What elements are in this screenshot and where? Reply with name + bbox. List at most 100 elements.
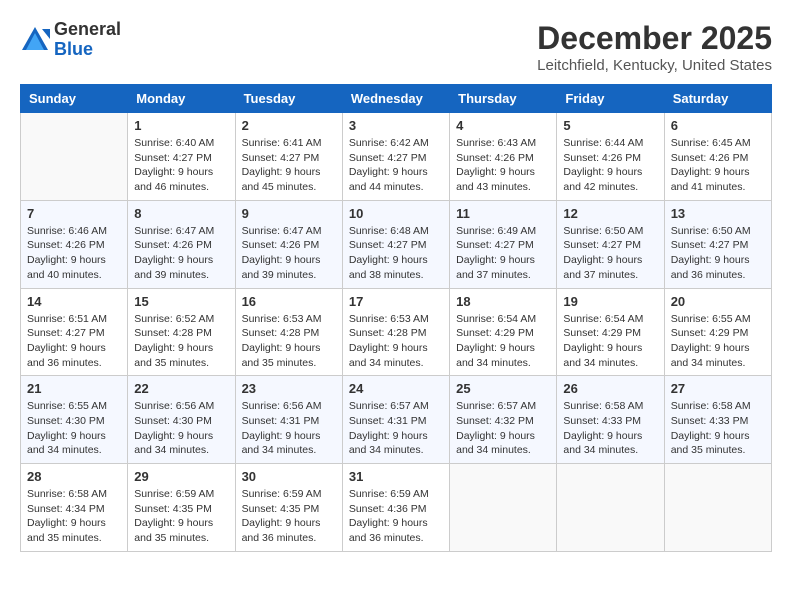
calendar-cell: 15 Sunrise: 6:52 AM Sunset: 4:28 PM Dayli… xyxy=(128,288,235,376)
day-number: 3 xyxy=(349,118,443,133)
day-number: 4 xyxy=(456,118,550,133)
calendar-cell: 19 Sunrise: 6:54 AM Sunset: 4:29 PM Dayli… xyxy=(557,288,664,376)
day-number: 18 xyxy=(456,294,550,309)
weekday-header: Sunday xyxy=(21,85,128,113)
day-info: Sunrise: 6:47 AM Sunset: 4:26 PM Dayligh… xyxy=(242,224,336,283)
day-info: Sunrise: 6:40 AM Sunset: 4:27 PM Dayligh… xyxy=(134,136,228,195)
day-number: 6 xyxy=(671,118,765,133)
calendar-cell: 11 Sunrise: 6:49 AM Sunset: 4:27 PM Dayli… xyxy=(450,200,557,288)
calendar-cell xyxy=(557,464,664,552)
calendar-cell xyxy=(450,464,557,552)
calendar-cell: 4 Sunrise: 6:43 AM Sunset: 4:26 PM Daylig… xyxy=(450,113,557,201)
day-number: 27 xyxy=(671,381,765,396)
calendar-cell xyxy=(664,464,771,552)
logo: General Blue xyxy=(20,20,121,60)
month-title: December 2025 xyxy=(537,20,772,57)
day-number: 10 xyxy=(349,206,443,221)
calendar-cell: 10 Sunrise: 6:48 AM Sunset: 4:27 PM Dayli… xyxy=(342,200,449,288)
day-info: Sunrise: 6:45 AM Sunset: 4:26 PM Dayligh… xyxy=(671,136,765,195)
day-info: Sunrise: 6:59 AM Sunset: 4:35 PM Dayligh… xyxy=(242,487,336,546)
day-number: 9 xyxy=(242,206,336,221)
weekday-header: Wednesday xyxy=(342,85,449,113)
calendar-cell: 8Sunrise: 6:47 AM Sunset: 4:26 PM Daylig… xyxy=(128,200,235,288)
day-info: Sunrise: 6:59 AM Sunset: 4:35 PM Dayligh… xyxy=(134,487,228,546)
day-info: Sunrise: 6:56 AM Sunset: 4:30 PM Dayligh… xyxy=(134,399,228,458)
day-number: 29 xyxy=(134,469,228,484)
day-number: 24 xyxy=(349,381,443,396)
weekday-header: Monday xyxy=(128,85,235,113)
day-number: 14 xyxy=(27,294,121,309)
day-info: Sunrise: 6:53 AM Sunset: 4:28 PM Dayligh… xyxy=(242,312,336,371)
day-info: Sunrise: 6:55 AM Sunset: 4:29 PM Dayligh… xyxy=(671,312,765,371)
day-number: 26 xyxy=(563,381,657,396)
day-number: 11 xyxy=(456,206,550,221)
day-number: 23 xyxy=(242,381,336,396)
day-info: Sunrise: 6:50 AM Sunset: 4:27 PM Dayligh… xyxy=(563,224,657,283)
calendar-cell: 12Sunrise: 6:50 AM Sunset: 4:27 PM Dayli… xyxy=(557,200,664,288)
day-info: Sunrise: 6:56 AM Sunset: 4:31 PM Dayligh… xyxy=(242,399,336,458)
day-number: 22 xyxy=(134,381,228,396)
day-info: Sunrise: 6:52 AM Sunset: 4:28 PM Dayligh… xyxy=(134,312,228,371)
day-info: Sunrise: 6:43 AM Sunset: 4:26 PM Dayligh… xyxy=(456,136,550,195)
calendar-week-row: 1Sunrise: 6:40 AM Sunset: 4:27 PM Daylig… xyxy=(21,113,772,201)
day-info: Sunrise: 6:41 AM Sunset: 4:27 PM Dayligh… xyxy=(242,136,336,195)
weekday-header: Tuesday xyxy=(235,85,342,113)
calendar-cell: 18Sunrise: 6:54 AM Sunset: 4:29 PM Dayli… xyxy=(450,288,557,376)
day-number: 19 xyxy=(563,294,657,309)
calendar-week-row: 28Sunrise: 6:58 AM Sunset: 4:34 PM Dayli… xyxy=(21,464,772,552)
calendar-cell: 3 Sunrise: 6:42 AM Sunset: 4:27 PM Daylig… xyxy=(342,113,449,201)
day-info: Sunrise: 6:57 AM Sunset: 4:31 PM Dayligh… xyxy=(349,399,443,458)
calendar-cell: 17 Sunrise: 6:53 AM Sunset: 4:28 PM Dayli… xyxy=(342,288,449,376)
calendar-cell: 25 Sunrise: 6:57 AM Sunset: 4:32 PM Dayli… xyxy=(450,376,557,464)
calendar-cell: 27 Sunrise: 6:58 AM Sunset: 4:33 PM Dayli… xyxy=(664,376,771,464)
logo-icon xyxy=(20,25,50,55)
day-number: 20 xyxy=(671,294,765,309)
calendar-cell: 30 Sunrise: 6:59 AM Sunset: 4:35 PM Dayli… xyxy=(235,464,342,552)
day-info: Sunrise: 6:48 AM Sunset: 4:27 PM Dayligh… xyxy=(349,224,443,283)
day-info: Sunrise: 6:44 AM Sunset: 4:26 PM Dayligh… xyxy=(563,136,657,195)
calendar-cell xyxy=(21,113,128,201)
calendar-cell: 28Sunrise: 6:58 AM Sunset: 4:34 PM Dayli… xyxy=(21,464,128,552)
day-number: 5 xyxy=(563,118,657,133)
day-number: 30 xyxy=(242,469,336,484)
calendar-cell: 14 Sunrise: 6:51 AM Sunset: 4:27 PM Dayli… xyxy=(21,288,128,376)
calendar-cell: 29 Sunrise: 6:59 AM Sunset: 4:35 PM Dayli… xyxy=(128,464,235,552)
day-info: Sunrise: 6:51 AM Sunset: 4:27 PM Dayligh… xyxy=(27,312,121,371)
calendar-cell: 21 Sunrise: 6:55 AM Sunset: 4:30 PM Dayli… xyxy=(21,376,128,464)
calendar-cell: 31 Sunrise: 6:59 AM Sunset: 4:36 PM Dayli… xyxy=(342,464,449,552)
calendar-week-row: 21 Sunrise: 6:55 AM Sunset: 4:30 PM Dayli… xyxy=(21,376,772,464)
location: Leitchfield, Kentucky, United States xyxy=(537,57,772,74)
weekday-header-row: SundayMondayTuesdayWednesdayThursdayFrid… xyxy=(21,85,772,113)
calendar-table: SundayMondayTuesdayWednesdayThursdayFrid… xyxy=(20,84,772,552)
calendar-cell: 2Sunrise: 6:41 AM Sunset: 4:27 PM Daylig… xyxy=(235,113,342,201)
day-info: Sunrise: 6:55 AM Sunset: 4:30 PM Dayligh… xyxy=(27,399,121,458)
calendar-cell: 16 Sunrise: 6:53 AM Sunset: 4:28 PM Dayli… xyxy=(235,288,342,376)
day-number: 15 xyxy=(134,294,228,309)
calendar-cell: 22 Sunrise: 6:56 AM Sunset: 4:30 PM Dayli… xyxy=(128,376,235,464)
day-number: 28 xyxy=(27,469,121,484)
day-info: Sunrise: 6:42 AM Sunset: 4:27 PM Dayligh… xyxy=(349,136,443,195)
day-info: Sunrise: 6:53 AM Sunset: 4:28 PM Dayligh… xyxy=(349,312,443,371)
day-number: 31 xyxy=(349,469,443,484)
day-info: Sunrise: 6:54 AM Sunset: 4:29 PM Dayligh… xyxy=(563,312,657,371)
day-number: 25 xyxy=(456,381,550,396)
day-info: Sunrise: 6:57 AM Sunset: 4:32 PM Dayligh… xyxy=(456,399,550,458)
page-header: General Blue December 2025 Leitchfield, … xyxy=(20,20,772,74)
day-number: 21 xyxy=(27,381,121,396)
day-info: Sunrise: 6:46 AM Sunset: 4:26 PM Dayligh… xyxy=(27,224,121,283)
day-info: Sunrise: 6:49 AM Sunset: 4:27 PM Dayligh… xyxy=(456,224,550,283)
day-info: Sunrise: 6:58 AM Sunset: 4:33 PM Dayligh… xyxy=(563,399,657,458)
day-info: Sunrise: 6:47 AM Sunset: 4:26 PM Dayligh… xyxy=(134,224,228,283)
weekday-header: Saturday xyxy=(664,85,771,113)
weekday-header: Thursday xyxy=(450,85,557,113)
weekday-header: Friday xyxy=(557,85,664,113)
day-number: 16 xyxy=(242,294,336,309)
day-info: Sunrise: 6:58 AM Sunset: 4:33 PM Dayligh… xyxy=(671,399,765,458)
calendar-cell: 1Sunrise: 6:40 AM Sunset: 4:27 PM Daylig… xyxy=(128,113,235,201)
calendar-cell: 20 Sunrise: 6:55 AM Sunset: 4:29 PM Dayli… xyxy=(664,288,771,376)
day-number: 17 xyxy=(349,294,443,309)
calendar-cell: 26 Sunrise: 6:58 AM Sunset: 4:33 PM Dayli… xyxy=(557,376,664,464)
calendar-week-row: 14 Sunrise: 6:51 AM Sunset: 4:27 PM Dayli… xyxy=(21,288,772,376)
calendar-week-row: 7Sunrise: 6:46 AM Sunset: 4:26 PM Daylig… xyxy=(21,200,772,288)
day-info: Sunrise: 6:59 AM Sunset: 4:36 PM Dayligh… xyxy=(349,487,443,546)
